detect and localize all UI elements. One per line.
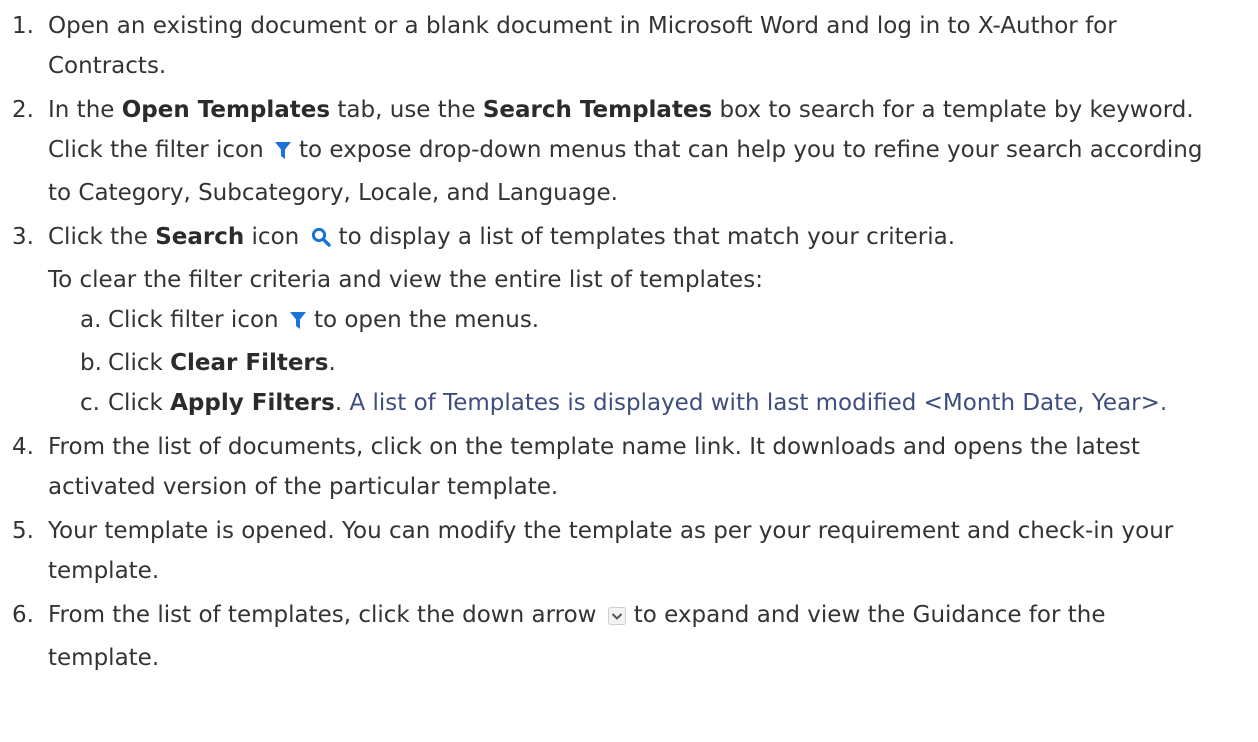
sub-steps-list: a. Click filter icon to open the menus. … — [48, 300, 1208, 423]
sub-step-letter: c. — [80, 390, 100, 416]
list-item: c. Click Apply Filters. A list of Templa… — [48, 383, 1208, 423]
list-item: a. Click filter icon to open the menus. — [48, 300, 1208, 343]
filter-icon — [289, 303, 306, 343]
step-number: 2. — [12, 97, 34, 123]
step-text: Open an existing document or a blank doc… — [48, 13, 1117, 79]
step-number: 4. — [12, 434, 34, 460]
step-text: From the list of templates, click the do… — [48, 602, 597, 628]
list-item: 5. Your template is opened. You can modi… — [0, 511, 1258, 591]
list-item: 1. Open an existing document or a blank … — [0, 6, 1258, 86]
step-text: icon — [244, 224, 300, 250]
step-text: Click the — [48, 224, 156, 250]
steps-list: 1. Open an existing document or a blank … — [0, 6, 1258, 678]
step-text: tab, use the — [330, 97, 483, 123]
step-text: Your template is opened. You can modify … — [48, 518, 1174, 584]
document: 1. Open an existing document or a blank … — [0, 0, 1258, 742]
sub-step-letter: b. — [80, 350, 102, 376]
search-templates-box-label: Search Templates — [482, 97, 713, 123]
list-item: 4. From the list of documents, click on … — [0, 427, 1258, 507]
step-text: Click — [108, 350, 171, 376]
step-text: From the list of documents, click on the… — [48, 434, 1140, 500]
list-item: 6. From the list of templates, click the… — [0, 595, 1258, 678]
step-text: to open the menus. — [313, 307, 540, 333]
step-text: Click — [108, 390, 171, 416]
step-number: 3. — [12, 224, 34, 250]
result-note: A list of Templates is displayed with la… — [349, 390, 1168, 416]
apply-filters-label: Apply Filters — [170, 390, 335, 416]
list-item: b. Click Clear Filters. — [48, 343, 1208, 383]
step-number: 1. — [12, 13, 34, 39]
chevron-down-icon — [607, 598, 626, 638]
list-item: 3. Click the Search icon to display a li… — [0, 217, 1258, 423]
step-text: In the — [48, 97, 122, 123]
search-label: Search — [155, 224, 245, 250]
clear-filters-label: Clear Filters — [170, 350, 329, 376]
step-text: to display a list of templates that matc… — [338, 224, 956, 250]
step-text: . — [334, 390, 350, 416]
step-number: 5. — [12, 518, 34, 544]
step-text: To clear the filter criteria and view th… — [48, 267, 763, 293]
step-number: 6. — [12, 602, 34, 628]
filter-icon — [274, 133, 291, 173]
step-text: Click filter icon — [108, 307, 279, 333]
sub-step-letter: a. — [80, 307, 102, 333]
step-text: . — [328, 350, 336, 376]
open-templates-tab-label: Open Templates — [121, 97, 331, 123]
search-icon — [311, 220, 331, 260]
list-item: 2. In the Open Templates tab, use the Se… — [0, 90, 1258, 213]
